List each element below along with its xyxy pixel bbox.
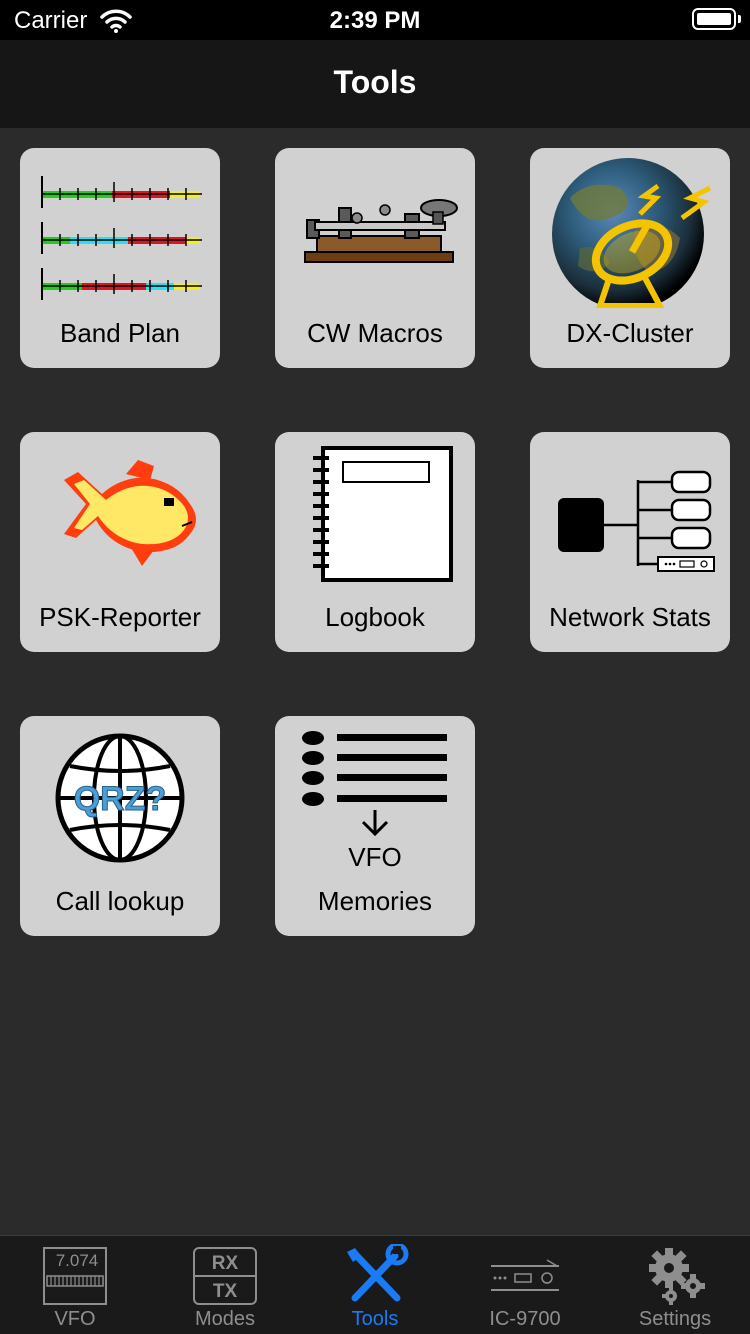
battery-icon: [692, 8, 736, 30]
tile-label: CW Macros: [307, 318, 443, 348]
notebook-icon: [313, 446, 453, 582]
tile-label: Call lookup: [55, 886, 185, 916]
tab-ic-9700[interactable]: IC-9700: [450, 1236, 600, 1334]
rx-tx-icon: RX TX: [193, 1247, 257, 1305]
morse-key-icon: [304, 199, 458, 263]
psk-reporter-tile[interactable]: PSK-Reporter: [20, 432, 220, 652]
memory-list-icon: VFO: [302, 731, 447, 872]
tile-label: Logbook: [325, 602, 425, 632]
tile-label: Band Plan: [60, 318, 180, 348]
network-stats-tile[interactable]: Network Stats: [530, 432, 730, 652]
page-title: Tools: [333, 64, 417, 100]
tab-label: IC-9700: [489, 1308, 561, 1330]
tab-label: Settings: [638, 1308, 712, 1330]
cw-macros-tile[interactable]: CW Macros: [275, 148, 475, 368]
svg-text:RX: RX: [212, 1253, 239, 1274]
logbook-tile[interactable]: Logbook: [275, 432, 475, 652]
tools-icon: [347, 1244, 409, 1302]
gears-icon: [649, 1248, 705, 1305]
tile-label: Network Stats: [549, 602, 711, 632]
tab-tools[interactable]: Tools: [300, 1236, 450, 1334]
tab-label: Tools: [351, 1308, 399, 1330]
tab-bar: 7.074 VFO RX TX Modes Tools IC-9700 Sett…: [0, 1235, 750, 1334]
status-bar: Carrier 2:39 PM: [0, 0, 750, 40]
tab-modes[interactable]: RX TX Modes: [150, 1236, 300, 1334]
globe-dish-icon: [552, 158, 712, 308]
tab-vfo[interactable]: 7.074 VFO: [0, 1236, 150, 1334]
svg-text:TX: TX: [213, 1281, 238, 1302]
vfo-display-icon: 7.074: [43, 1247, 107, 1305]
tab-label: Modes: [194, 1308, 256, 1330]
band-plan-icon: [41, 176, 202, 300]
fish-icon: [64, 460, 196, 566]
tile-label: Memories: [317, 886, 433, 916]
dx-cluster-tile[interactable]: DX-Cluster: [530, 148, 730, 368]
tab-label: VFO: [54, 1308, 96, 1330]
tile-label: PSK-Reporter: [39, 602, 201, 632]
network-icon: [558, 470, 715, 572]
vfo-text: VFO: [348, 842, 401, 872]
tile-label: DX-Cluster: [566, 318, 694, 348]
clock: 2:39 PM: [329, 7, 421, 34]
svg-text:7.074: 7.074: [56, 1251, 99, 1270]
memories-tile[interactable]: VFO Memories: [275, 716, 475, 936]
qrz-text: QRZ?: [74, 780, 167, 818]
call-lookup-tile[interactable]: QRZ? Call lookup: [20, 716, 220, 936]
qrz-globe-icon: QRZ?: [55, 733, 185, 863]
band-plan-tile[interactable]: Band Plan: [20, 148, 220, 368]
radio-icon: [491, 1259, 559, 1291]
navigation-bar: Tools: [0, 40, 750, 128]
tab-settings[interactable]: Settings: [600, 1236, 750, 1334]
